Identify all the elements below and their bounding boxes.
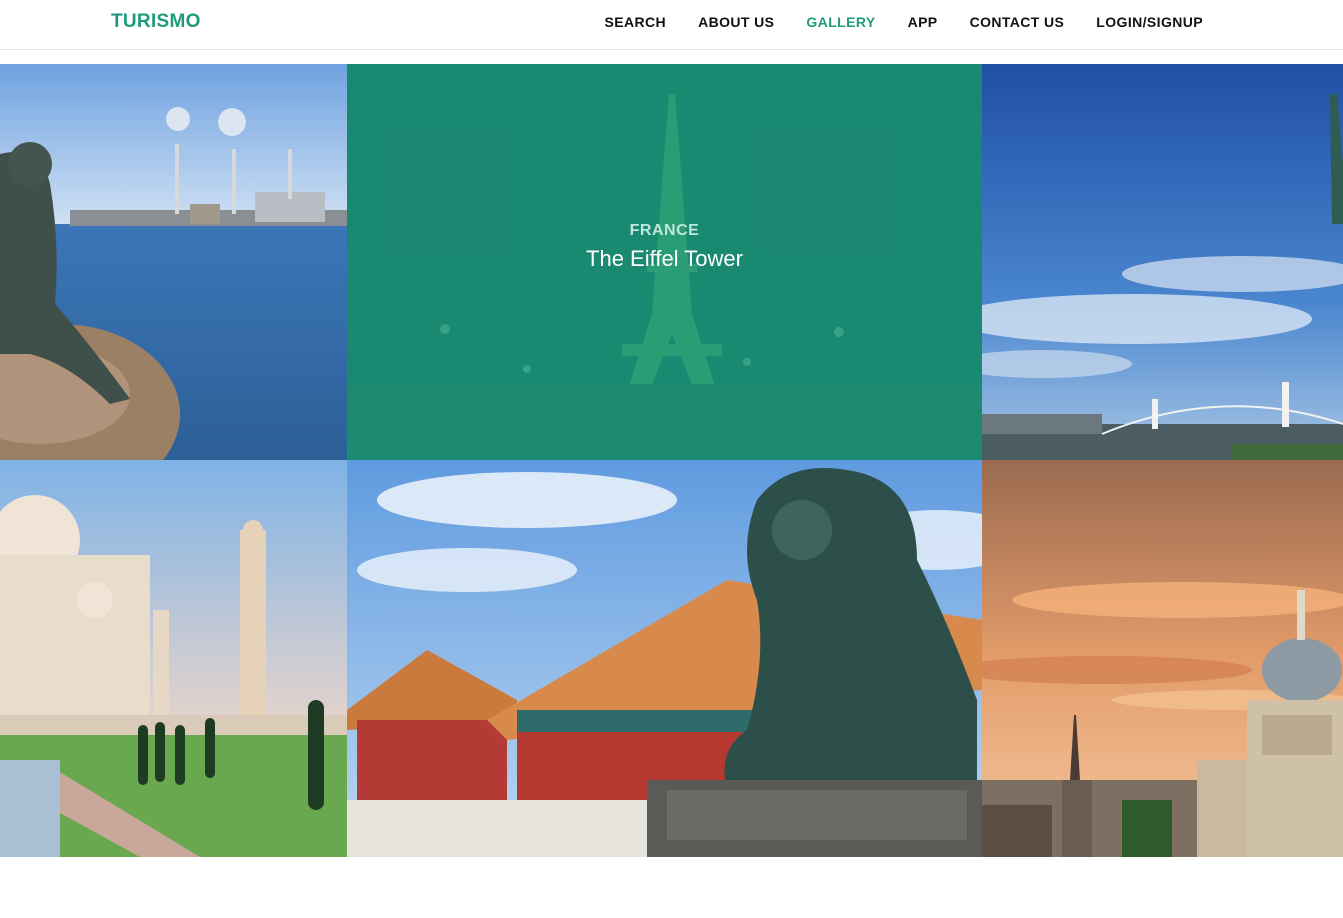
tile-hover-overlay: FRANCE The Eiffel Tower bbox=[347, 64, 982, 460]
navbar: TURISMO SEARCH ABOUT US GALLERY APP CONT… bbox=[0, 0, 1343, 50]
forbidden-city-photo bbox=[347, 460, 982, 857]
nav-item-about-us[interactable]: ABOUT US bbox=[698, 14, 774, 30]
tile-title: The Eiffel Tower bbox=[586, 246, 743, 271]
little-mermaid-photo bbox=[0, 64, 347, 460]
tile-country-label: FRANCE bbox=[629, 222, 700, 239]
taj-mahal-photo bbox=[0, 460, 347, 857]
brand-logo[interactable]: TURISMO bbox=[111, 11, 201, 33]
nav-item-contact-us[interactable]: CONTACT US bbox=[970, 14, 1065, 30]
photo-gallery: FRANCE The Eiffel Tower bbox=[0, 64, 1343, 857]
gallery-tile-st-pauls[interactable] bbox=[982, 460, 1343, 857]
st-pauls-photo bbox=[982, 460, 1343, 857]
nav-item-login-signup[interactable]: LOGIN/SIGNUP bbox=[1096, 14, 1203, 30]
gallery-tile-liberty-bridge[interactable] bbox=[982, 64, 1343, 460]
gallery-tile-eiffel-tower[interactable]: FRANCE The Eiffel Tower bbox=[347, 64, 982, 460]
nav-item-app[interactable]: APP bbox=[908, 14, 938, 30]
gallery-tile-little-mermaid[interactable] bbox=[0, 64, 347, 460]
nav-item-search[interactable]: SEARCH bbox=[605, 14, 667, 30]
nav-item-gallery[interactable]: GALLERY bbox=[806, 14, 875, 30]
nav-menu: SEARCH ABOUT US GALLERY APP CONTACT US L… bbox=[605, 14, 1203, 32]
gallery-tile-taj-mahal[interactable] bbox=[0, 460, 347, 857]
liberty-bridge-photo bbox=[982, 64, 1343, 460]
gallery-tile-forbidden-city[interactable] bbox=[347, 460, 982, 857]
